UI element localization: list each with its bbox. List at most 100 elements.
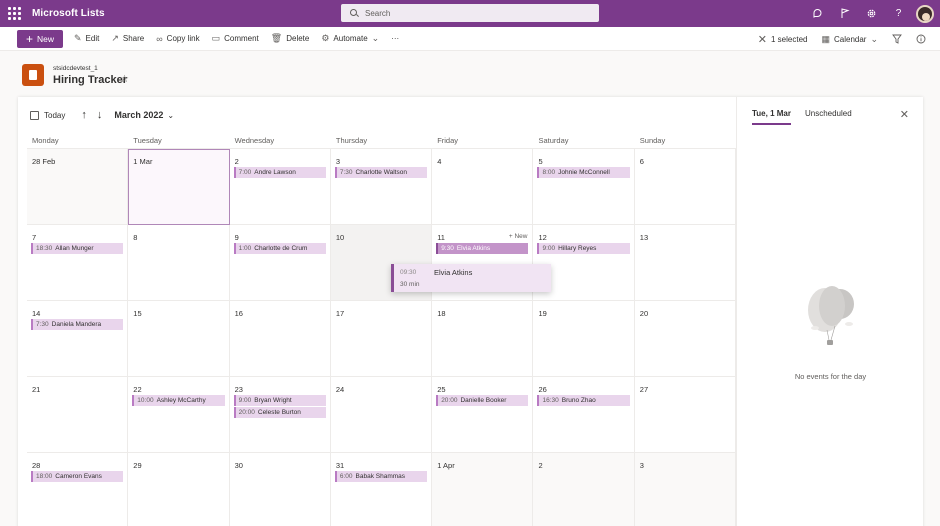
event-chip[interactable]: 9:30 Elvia Atkins bbox=[436, 243, 529, 254]
weekday-label: Saturday bbox=[538, 136, 569, 145]
day-cell[interactable]: 23 9:00 Bryan Wright 20:00 Celeste Burton bbox=[229, 377, 331, 453]
day-number: 24 bbox=[335, 385, 345, 394]
event-list: 7:30 Charlotte Waltson bbox=[334, 167, 428, 179]
day-cell[interactable]: 9 1:00 Charlotte de Crum bbox=[229, 225, 331, 301]
day-cell[interactable]: 7 18:30 Allan Munger bbox=[27, 225, 129, 301]
comment-button[interactable]: ▭ Comment bbox=[212, 33, 259, 44]
event-chip[interactable]: 1:00 Charlotte de Crum bbox=[233, 243, 326, 254]
day-cell[interactable]: 27 bbox=[634, 377, 737, 453]
clear-selection-button[interactable]: ✕ 1 selected bbox=[758, 33, 808, 46]
automate-button[interactable]: ⚙ Automate ⌄ bbox=[321, 33, 379, 44]
filter-icon bbox=[892, 34, 902, 44]
day-cell[interactable]: 8 bbox=[128, 225, 230, 301]
day-number: 2 bbox=[234, 157, 239, 166]
side-panel-tabs: Tue, 1 Mar Unscheduled bbox=[752, 109, 866, 125]
day-cell[interactable]: 5 8:00 Johnie McConnell bbox=[533, 149, 635, 225]
previous-month-button[interactable]: ↑ bbox=[81, 109, 87, 121]
day-cell[interactable]: 1 Apr bbox=[432, 453, 534, 526]
day-cell[interactable]: 21 bbox=[27, 377, 129, 453]
next-month-button[interactable]: ↓ bbox=[97, 109, 103, 121]
day-cell[interactable]: 2 7:00 Andre Lawson bbox=[229, 149, 331, 225]
share-button[interactable]: ↗ Share bbox=[111, 33, 144, 44]
day-cell[interactable]: 3 bbox=[634, 453, 737, 526]
day-cell[interactable]: 26 16:30 Bruno Zhao bbox=[533, 377, 635, 453]
site-subtitle[interactable]: stsidcdevtest_1 bbox=[53, 65, 98, 72]
tab-unscheduled[interactable]: Unscheduled bbox=[805, 109, 852, 125]
more-button[interactable]: ··· bbox=[391, 34, 399, 43]
drag-preview-event[interactable]: 09:30 Elvia Atkins 30 min bbox=[391, 264, 551, 292]
calendar-card: Today ↑ ↓ March 2022 ⌄ Monday Tuesday Wedn… bbox=[18, 97, 923, 526]
day-cell[interactable]: 6 bbox=[634, 149, 737, 225]
event-chip[interactable]: 9:00 Hillary Reyes bbox=[537, 243, 630, 254]
event-chip[interactable]: 7:00 Andre Lawson bbox=[233, 167, 326, 178]
day-cell[interactable]: 30 bbox=[229, 453, 331, 526]
day-cell[interactable]: 16 bbox=[229, 301, 331, 377]
event-time: 8:00 bbox=[542, 169, 556, 176]
day-cell[interactable]: 14 7:30 Daniela Mandera bbox=[27, 301, 129, 377]
app-name[interactable]: Microsoft Lists bbox=[32, 8, 105, 19]
tab-selected-day[interactable]: Tue, 1 Mar bbox=[752, 109, 791, 125]
waffle-icon[interactable] bbox=[8, 6, 22, 21]
avatar[interactable] bbox=[916, 4, 934, 23]
event-time: 9:30 bbox=[441, 245, 454, 252]
filter-button[interactable] bbox=[892, 34, 902, 44]
day-cell[interactable]: 20 bbox=[634, 301, 737, 377]
event-name: Daniela Mandera bbox=[51, 321, 102, 328]
search-input[interactable]: Search bbox=[365, 9, 390, 18]
help-icon[interactable]: ? bbox=[885, 0, 912, 27]
search-box[interactable]: Search bbox=[341, 4, 599, 22]
day-cell[interactable]: 28 Feb bbox=[27, 149, 129, 225]
info-button[interactable] bbox=[916, 34, 926, 44]
feedback-icon[interactable] bbox=[804, 0, 831, 27]
suite-icons: ? bbox=[804, 0, 940, 27]
day-cell[interactable]: 15 bbox=[128, 301, 230, 377]
day-number: 10 bbox=[335, 233, 345, 242]
event-chip[interactable]: 7:30 Daniela Mandera bbox=[31, 319, 124, 330]
day-cell[interactable]: 29 bbox=[128, 453, 230, 526]
day-cell[interactable]: 28 18:00 Cameron Evans bbox=[27, 453, 129, 526]
day-number: 27 bbox=[639, 385, 649, 394]
day-cell[interactable]: 31 6:00 Babak Shammas bbox=[330, 453, 433, 526]
event-chip[interactable]: 6:00 Babak Shammas bbox=[334, 471, 428, 482]
settings-icon[interactable] bbox=[858, 0, 885, 27]
event-chip[interactable]: 16:30 Bruno Zhao bbox=[537, 395, 630, 406]
flag-icon[interactable] bbox=[831, 0, 858, 27]
event-chip[interactable]: 18:30 Allan Munger bbox=[31, 243, 124, 254]
day-cell[interactable]: 13 bbox=[634, 225, 737, 301]
day-number: 12 bbox=[538, 233, 547, 242]
event-chip[interactable]: 8:00 Johnie McConnell bbox=[537, 167, 630, 178]
event-chip[interactable]: 7:30 Charlotte Waltson bbox=[334, 167, 428, 178]
event-chip[interactable]: 9:00 Bryan Wright bbox=[233, 395, 326, 406]
event-time: 16:30 bbox=[542, 397, 559, 404]
event-chip[interactable]: 20:00 Celeste Burton bbox=[233, 407, 326, 418]
month-picker[interactable]: March 2022 ⌄ bbox=[114, 110, 174, 120]
day-cell[interactable]: 2 bbox=[533, 453, 635, 526]
day-cell[interactable]: 3 7:30 Charlotte Waltson bbox=[330, 149, 433, 225]
day-cell[interactable]: 17 bbox=[330, 301, 433, 377]
day-cell[interactable]: 24 bbox=[330, 377, 433, 453]
suite-bar: Microsoft Lists Search ? bbox=[0, 0, 940, 27]
today-button[interactable]: Today bbox=[30, 110, 65, 120]
new-button[interactable]: + New bbox=[17, 29, 63, 48]
copy-link-button[interactable]: ∞ Copy link bbox=[156, 34, 199, 44]
day-number: 7 bbox=[32, 233, 37, 242]
day-cell[interactable]: 18 bbox=[432, 301, 534, 377]
day-cell[interactable]: 1 Mar bbox=[128, 149, 230, 225]
close-panel-icon[interactable]: ✕ bbox=[900, 108, 909, 121]
event-chip[interactable]: 10:00 Ashley McCarthy bbox=[132, 395, 225, 406]
delete-button[interactable]: 🗑 Delete bbox=[271, 33, 310, 44]
day-cell[interactable]: 25 20:00 Danielle Booker bbox=[432, 377, 534, 453]
command-bar-right: ✕ 1 selected ▦ Calendar ⌄ bbox=[758, 27, 940, 51]
day-number: 28 Feb bbox=[32, 157, 56, 166]
day-cell[interactable]: 19 bbox=[533, 301, 635, 377]
event-name: Charlotte Waltson bbox=[355, 169, 407, 176]
day-cell[interactable]: 4 bbox=[432, 149, 534, 225]
view-switcher[interactable]: ▦ Calendar ⌄ bbox=[821, 34, 878, 45]
day-cell[interactable]: 22 10:00 Ashley McCarthy bbox=[128, 377, 230, 453]
new-event-link[interactable]: + New bbox=[509, 233, 528, 240]
event-chip[interactable]: 18:00 Cameron Evans bbox=[31, 471, 124, 482]
favorite-star-icon[interactable]: ☆ bbox=[120, 74, 129, 85]
event-time: 7:30 bbox=[36, 321, 49, 328]
event-chip[interactable]: 20:00 Danielle Booker bbox=[436, 395, 529, 406]
edit-button[interactable]: ✎ Edit bbox=[74, 33, 99, 44]
